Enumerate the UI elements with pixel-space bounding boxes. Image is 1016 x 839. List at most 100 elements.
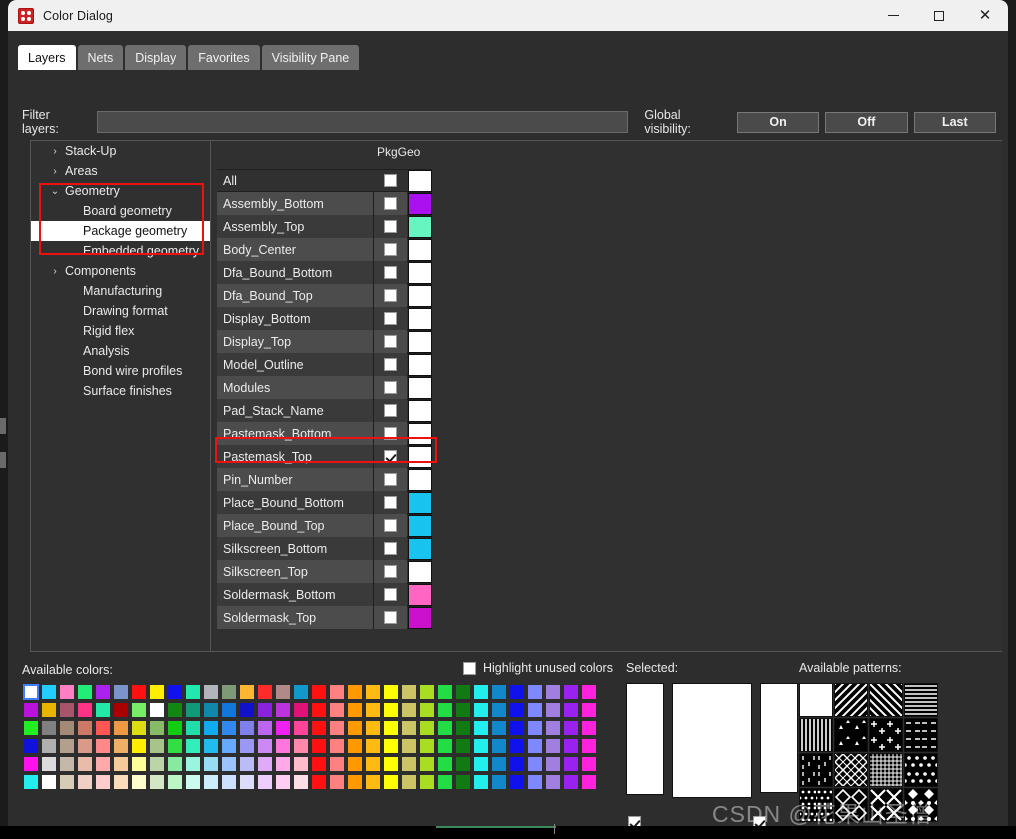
table-row[interactable]: Body_Center [217, 238, 432, 261]
palette-swatch[interactable] [400, 737, 418, 755]
layer-color-swatch[interactable] [407, 284, 432, 307]
palette-swatch[interactable] [166, 773, 184, 791]
palette-swatch[interactable] [400, 683, 418, 701]
pattern-diagonal-back-hatch[interactable] [834, 683, 868, 717]
layer-visibility-checkbox[interactable] [384, 220, 398, 233]
tree-item-board-geometry[interactable]: Board geometry [31, 201, 210, 221]
layer-visibility-checkbox[interactable] [384, 611, 398, 624]
palette-swatch[interactable] [346, 719, 364, 737]
palette-swatch[interactable] [76, 683, 94, 701]
layer-color-cell[interactable] [407, 606, 432, 629]
palette-swatch[interactable] [166, 755, 184, 773]
palette-swatch[interactable] [238, 701, 256, 719]
palette-swatch[interactable] [544, 719, 562, 737]
palette-swatch[interactable] [184, 719, 202, 737]
palette-swatch[interactable] [148, 701, 166, 719]
layer-color-swatch[interactable] [407, 468, 432, 491]
palette-swatch[interactable] [364, 683, 382, 701]
layer-visibility-cell[interactable] [374, 192, 408, 215]
layer-visibility-checkbox[interactable] [384, 588, 398, 601]
layer-color-cell[interactable] [407, 583, 432, 606]
palette-swatch[interactable] [130, 719, 148, 737]
layer-color-cell[interactable] [407, 307, 432, 330]
palette-swatch[interactable] [58, 683, 76, 701]
palette-swatch[interactable] [292, 683, 310, 701]
palette-swatch[interactable] [418, 755, 436, 773]
highlight-unused-colors-checkbox[interactable] [463, 661, 476, 675]
layer-visibility-checkbox[interactable] [384, 427, 398, 440]
palette-swatch[interactable] [526, 683, 544, 701]
palette-swatch[interactable] [436, 773, 454, 791]
chevron-right-icon[interactable]: › [49, 146, 61, 157]
palette-swatch[interactable] [238, 683, 256, 701]
palette-swatch[interactable] [94, 683, 112, 701]
palette-swatch[interactable] [202, 719, 220, 737]
table-row[interactable]: Display_Bottom [217, 307, 432, 330]
pattern-horizontal-lines[interactable] [904, 683, 938, 717]
highlight-unused-colors-row[interactable]: Highlight unused colors [463, 661, 613, 675]
palette-swatch[interactable] [472, 755, 490, 773]
table-row[interactable]: Pastemask_Top [217, 445, 432, 468]
palette-swatch[interactable] [40, 755, 58, 773]
layer-color-cell[interactable] [407, 491, 432, 514]
palette-swatch[interactable] [418, 719, 436, 737]
maximize-button[interactable] [916, 0, 962, 31]
palette-swatch[interactable] [202, 701, 220, 719]
palette-swatch[interactable] [490, 737, 508, 755]
palette-swatch[interactable] [166, 737, 184, 755]
palette-swatch[interactable] [148, 773, 166, 791]
palette-swatch[interactable] [22, 719, 40, 737]
pattern-plus-marks[interactable] [869, 718, 903, 752]
tree-item-package-geometry[interactable]: Package geometry [31, 221, 210, 241]
layer-visibility-checkbox[interactable] [384, 404, 398, 417]
layer-color-cell[interactable] [407, 560, 432, 583]
palette-swatch[interactable] [364, 755, 382, 773]
layer-visibility-cell[interactable] [374, 422, 408, 445]
palette-swatch[interactable] [382, 773, 400, 791]
tab-nets[interactable]: Nets [77, 45, 124, 70]
layer-visibility-cell[interactable] [374, 215, 408, 238]
pattern-vertical-lines[interactable] [799, 718, 833, 752]
palette-swatch[interactable] [382, 737, 400, 755]
selected-swatch-2[interactable] [672, 683, 752, 798]
palette-swatch[interactable] [58, 755, 76, 773]
palette-swatch[interactable] [400, 719, 418, 737]
tree-item-rigid-flex[interactable]: Rigid flex [31, 321, 210, 341]
palette-swatch[interactable] [256, 683, 274, 701]
chevron-right-icon[interactable]: › [49, 166, 61, 177]
palette-swatch[interactable] [382, 719, 400, 737]
palette-swatch[interactable] [562, 773, 580, 791]
selected-swatch-1[interactable] [626, 683, 664, 795]
palette-swatch[interactable] [166, 683, 184, 701]
palette-swatch[interactable] [58, 737, 76, 755]
palette-swatch[interactable] [382, 755, 400, 773]
table-row[interactable]: Place_Bound_Bottom [217, 491, 432, 514]
layer-color-cell[interactable] [407, 284, 432, 307]
palette-swatch[interactable] [508, 737, 526, 755]
palette-swatch[interactable] [238, 719, 256, 737]
table-row[interactable]: Place_Bound_Top [217, 514, 432, 537]
palette-swatch[interactable] [418, 737, 436, 755]
palette-swatch[interactable] [112, 701, 130, 719]
palette-swatch[interactable] [238, 773, 256, 791]
palette-swatch[interactable] [562, 737, 580, 755]
palette-swatch[interactable] [382, 683, 400, 701]
layer-color-cell[interactable] [407, 399, 432, 422]
layer-visibility-cell[interactable] [374, 261, 408, 284]
pattern-triangle-dots[interactable] [834, 718, 868, 752]
layer-visibility-cell[interactable] [374, 238, 408, 261]
palette-swatch[interactable] [418, 683, 436, 701]
palette-swatch[interactable] [490, 755, 508, 773]
palette-swatch[interactable] [202, 737, 220, 755]
selected-swatch-3[interactable] [760, 683, 798, 793]
palette-swatch[interactable] [184, 773, 202, 791]
palette-swatch[interactable] [328, 755, 346, 773]
palette-swatch[interactable] [148, 719, 166, 737]
palette-swatch[interactable] [76, 755, 94, 773]
palette-swatch[interactable] [22, 683, 40, 701]
palette-swatch[interactable] [76, 701, 94, 719]
palette-swatch[interactable] [22, 701, 40, 719]
palette-swatch[interactable] [544, 755, 562, 773]
pattern-diagonal-forward-hatch[interactable] [869, 683, 903, 717]
palette-swatch[interactable] [454, 737, 472, 755]
